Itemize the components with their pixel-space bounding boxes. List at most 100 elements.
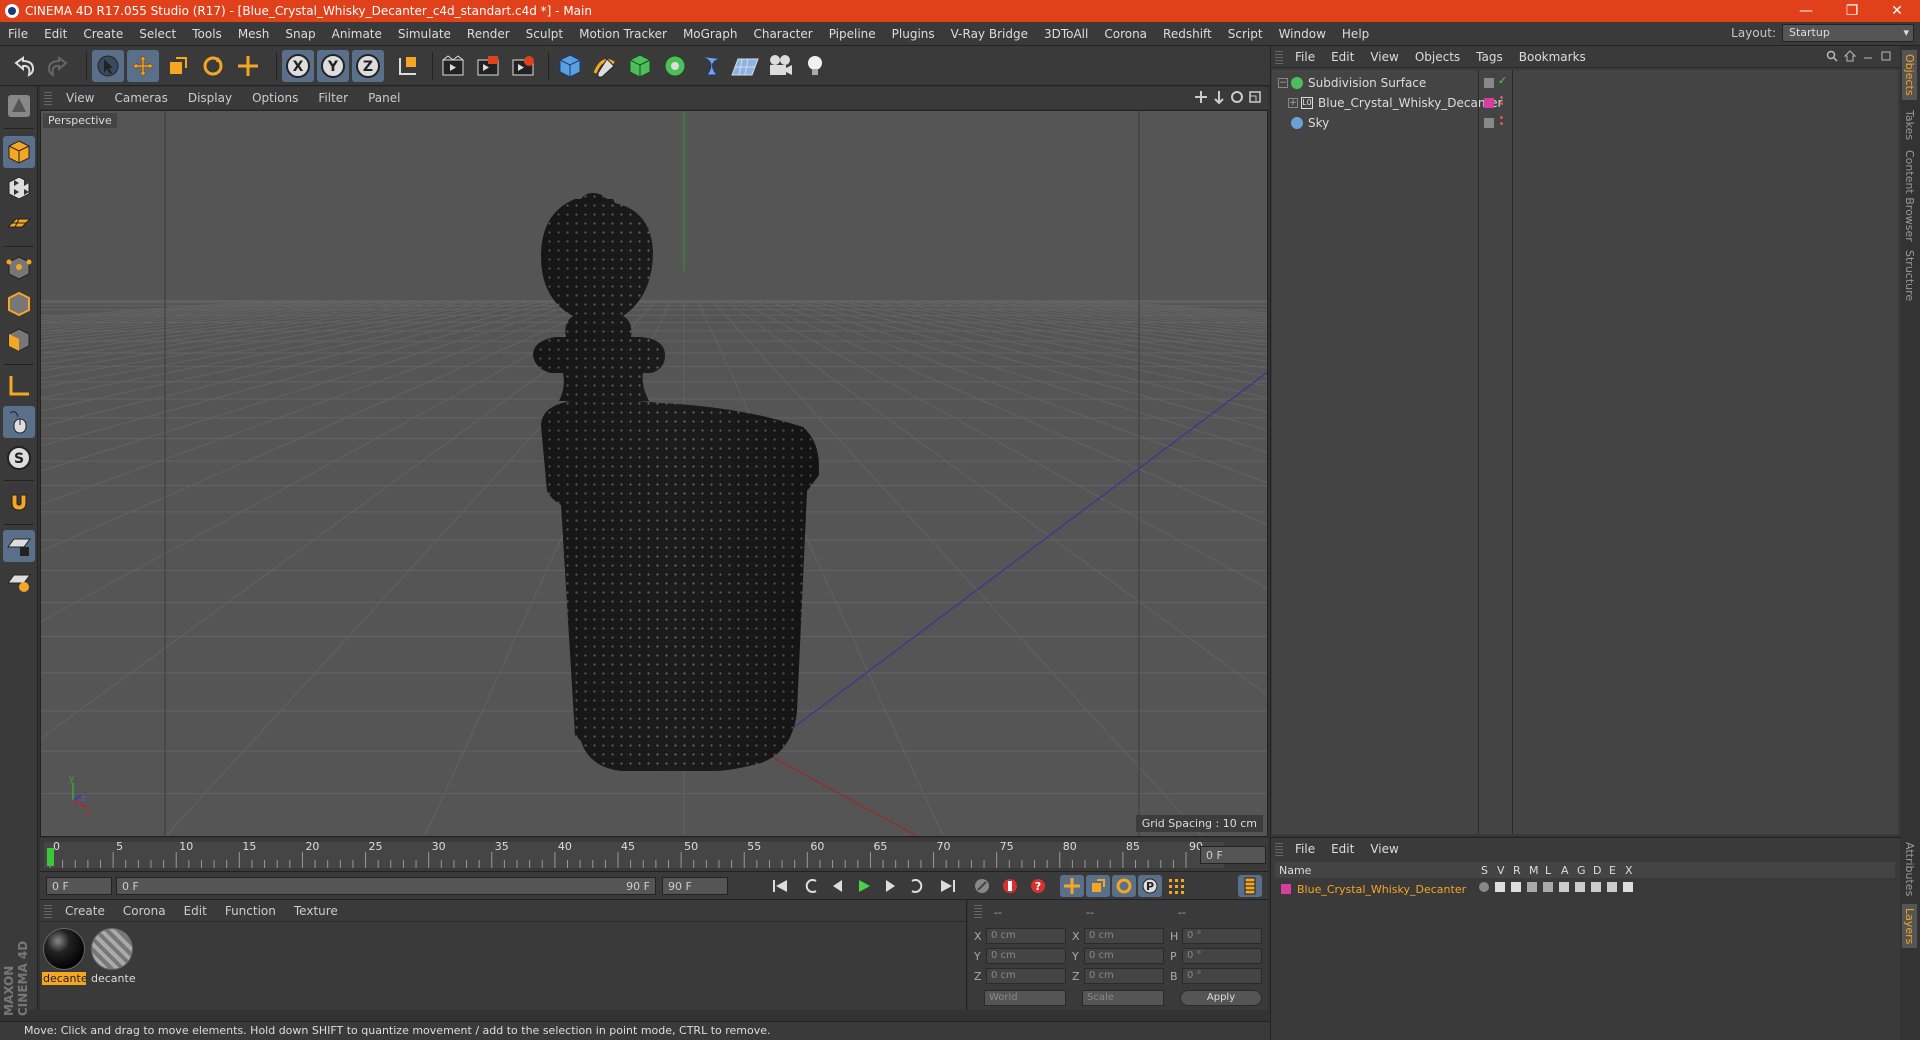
manager-toggle-icon[interactable]	[1527, 882, 1537, 892]
column-animation[interactable]: A	[1561, 864, 1569, 877]
end-frame-field[interactable]: 90 F	[662, 877, 728, 895]
panel-grip-icon[interactable]	[44, 903, 52, 918]
column-xrefs[interactable]: X	[1625, 864, 1633, 877]
size-y-field[interactable]: 0 cm	[1084, 948, 1164, 964]
rotation-b-field[interactable]: 0 °	[1182, 968, 1262, 984]
next-key-icon[interactable]	[904, 875, 928, 897]
editor-visibility-dot[interactable]	[1500, 116, 1503, 119]
points-mode-icon[interactable]	[3, 252, 35, 284]
layer-toggle-icon[interactable]	[1484, 78, 1494, 88]
object-row-subdivision-surface[interactable]: − Subdivision Surface	[1278, 74, 1426, 92]
menu-plugins[interactable]: Plugins	[884, 27, 943, 41]
generator-toggle-icon[interactable]	[1575, 882, 1585, 892]
menu-render[interactable]: Render	[459, 27, 518, 41]
home-icon[interactable]	[1844, 50, 1856, 62]
menu-motion-tracker[interactable]: Motion Tracker	[571, 27, 675, 41]
layer-color-swatch[interactable]	[1281, 884, 1291, 894]
cube-primitive-icon[interactable]	[554, 50, 586, 82]
apply-button[interactable]: Apply	[1180, 990, 1262, 1006]
expression-toggle-icon[interactable]	[1607, 882, 1617, 892]
edges-mode-icon[interactable]	[3, 288, 35, 320]
rotate-view-icon[interactable]	[1230, 90, 1244, 104]
material-menu-edit[interactable]: Edit	[175, 904, 216, 918]
material-swatch[interactable]: decante	[42, 928, 88, 985]
menu-vray-bridge[interactable]: V-Ray Bridge	[943, 27, 1036, 41]
material-menu-create[interactable]: Create	[56, 904, 114, 918]
timeline-layout-icon[interactable]	[1238, 875, 1262, 897]
axis-mode-icon[interactable]	[3, 370, 35, 402]
magnet-icon[interactable]	[3, 486, 35, 518]
z-axis-lock-icon[interactable]: Z	[352, 50, 384, 82]
planar-workplane-icon[interactable]	[3, 566, 35, 598]
model-mode-icon[interactable]	[3, 136, 35, 168]
perspective-viewport[interactable]: y x z Perspective Grid Spacing : 10 cm	[40, 110, 1268, 837]
menu-character[interactable]: Character	[745, 27, 820, 41]
layer-color-swatch[interactable]	[1484, 98, 1494, 108]
layers-menu-edit[interactable]: Edit	[1323, 842, 1362, 856]
subdivision-surface-icon[interactable]	[624, 50, 656, 82]
size-x-field[interactable]: 0 cm	[1084, 928, 1164, 944]
render-visibility-dot[interactable]	[1500, 102, 1503, 105]
go-to-start-icon[interactable]	[768, 875, 792, 897]
viewport-menu-panel[interactable]: Panel	[358, 91, 410, 105]
object-row-decanter[interactable]: + L0 Blue_Crystal_Whisky_Decanter	[1288, 94, 1503, 112]
menu-mograph[interactable]: MoGraph	[675, 27, 746, 41]
viewport-menu-cameras[interactable]: Cameras	[104, 91, 177, 105]
menu-file[interactable]: File	[0, 27, 36, 41]
camera-icon[interactable]	[764, 50, 796, 82]
texture-mode-icon[interactable]	[3, 172, 35, 204]
decanter-model[interactable]	[533, 193, 819, 771]
column-manager[interactable]: M	[1529, 864, 1539, 877]
menu-edit[interactable]: Edit	[36, 27, 75, 41]
solo-toggle-icon[interactable]	[1479, 882, 1489, 892]
key-point-level-icon[interactable]	[1164, 875, 1188, 897]
x-axis-lock-icon[interactable]: X	[282, 50, 314, 82]
menu-sculpt[interactable]: Sculpt	[518, 27, 571, 41]
editor-visibility-dot[interactable]	[1500, 96, 1503, 99]
position-z-field[interactable]: 0 cm	[986, 968, 1066, 984]
animation-toggle-icon[interactable]	[1559, 882, 1569, 892]
expand-icon[interactable]: +	[1288, 98, 1298, 108]
material-menu-function[interactable]: Function	[216, 904, 285, 918]
previous-key-icon[interactable]	[800, 875, 824, 897]
scale-tool-icon[interactable]	[162, 50, 194, 82]
column-solo[interactable]: S	[1481, 864, 1488, 877]
size-z-field[interactable]: 0 cm	[1084, 968, 1164, 984]
objects-menu-bookmarks[interactable]: Bookmarks	[1511, 50, 1594, 64]
object-row-sky[interactable]: Sky	[1278, 114, 1329, 132]
enabled-check-icon[interactable]: ✓	[1498, 74, 1507, 87]
column-locked[interactable]: L	[1545, 864, 1551, 877]
collapse-icon[interactable]: −	[1278, 78, 1288, 88]
window-pin-icon[interactable]	[1880, 50, 1892, 62]
tab-attributes[interactable]: Attributes	[1902, 838, 1917, 900]
live-select-icon[interactable]	[232, 50, 264, 82]
viewport-menu-filter[interactable]: Filter	[308, 91, 358, 105]
select-tool-icon[interactable]	[92, 50, 124, 82]
next-frame-icon[interactable]	[878, 875, 902, 897]
tab-structure[interactable]: Structure	[1902, 246, 1917, 305]
close-button[interactable]: ✕	[1874, 0, 1920, 22]
material-menu-texture[interactable]: Texture	[285, 904, 347, 918]
key-position-icon[interactable]	[1060, 875, 1084, 897]
tab-takes[interactable]: Takes	[1902, 106, 1917, 144]
column-expressions[interactable]: E	[1609, 864, 1616, 877]
record-active-icon[interactable]	[970, 875, 994, 897]
maximize-view-icon[interactable]	[1248, 90, 1262, 104]
objects-menu-file[interactable]: File	[1287, 50, 1323, 64]
viewport-camera-label[interactable]: Perspective	[43, 113, 117, 128]
menu-pipeline[interactable]: Pipeline	[821, 27, 884, 41]
menu-tools[interactable]: Tools	[184, 27, 230, 41]
layers-menu-view[interactable]: View	[1362, 842, 1406, 856]
current-frame-field[interactable]: 0 F	[1200, 846, 1266, 864]
panel-grip-icon[interactable]	[1275, 842, 1283, 856]
search-icon[interactable]	[1826, 50, 1838, 62]
coordinate-system-icon[interactable]	[392, 50, 424, 82]
xref-toggle-icon[interactable]	[1623, 882, 1633, 892]
visible-toggle-icon[interactable]	[1495, 882, 1505, 892]
deformer-icon[interactable]	[694, 50, 726, 82]
key-rotation-icon[interactable]	[1112, 875, 1136, 897]
rotation-h-field[interactable]: 0 °	[1182, 928, 1262, 944]
key-scale-icon[interactable]	[1086, 875, 1110, 897]
minimize-button[interactable]: —	[1783, 0, 1829, 22]
layers-menu-file[interactable]: File	[1287, 842, 1323, 856]
